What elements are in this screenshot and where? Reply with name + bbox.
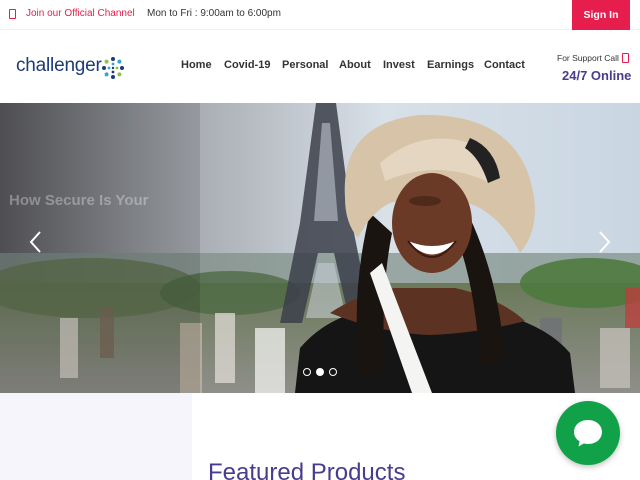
phone-icon [9,9,16,19]
nav-item-personal[interactable]: Personal [282,59,328,71]
top-bar: Join our Official Channel Mon to Fri : 9… [0,0,640,30]
chevron-right-icon[interactable] [594,227,614,257]
support-label: For Support Call [557,53,619,63]
support-value: 24/7 Online [562,68,632,83]
nav-item-home[interactable]: Home [181,59,212,71]
nav-item-about[interactable]: About [339,59,371,71]
hero-slider: How Secure Is Your [0,103,640,393]
section-title: Featured Products [208,459,406,480]
featured-section: Featured Products [0,393,640,480]
logo-mark-icon [102,57,124,79]
logo[interactable]: challenger [16,55,102,77]
slider-dot-2[interactable] [316,368,324,376]
site-header: challenger Home Covid-19 Personal About … [0,31,640,103]
nav-item-contact[interactable]: Contact [484,59,525,71]
slider-dot-1[interactable] [303,368,311,376]
hero-heading: How Secure Is Your [9,192,149,209]
sign-in-button[interactable]: Sign In [572,0,630,30]
official-channel-link[interactable]: Join our Official Channel [26,8,135,19]
chevron-left-icon[interactable] [26,227,46,257]
phone-icon [622,53,629,63]
nav-item-earnings[interactable]: Earnings [427,59,474,71]
hero-image [0,103,640,393]
office-hours: Mon to Fri : 9:00am to 6:00pm [147,8,281,19]
side-panel [0,393,192,480]
nav-item-covid-19[interactable]: Covid-19 [224,59,270,71]
chat-bubble-icon [574,420,602,447]
chat-button[interactable] [556,401,620,465]
nav-item-invest[interactable]: Invest [383,59,415,71]
slider-dots [303,368,337,376]
slider-dot-3[interactable] [329,368,337,376]
